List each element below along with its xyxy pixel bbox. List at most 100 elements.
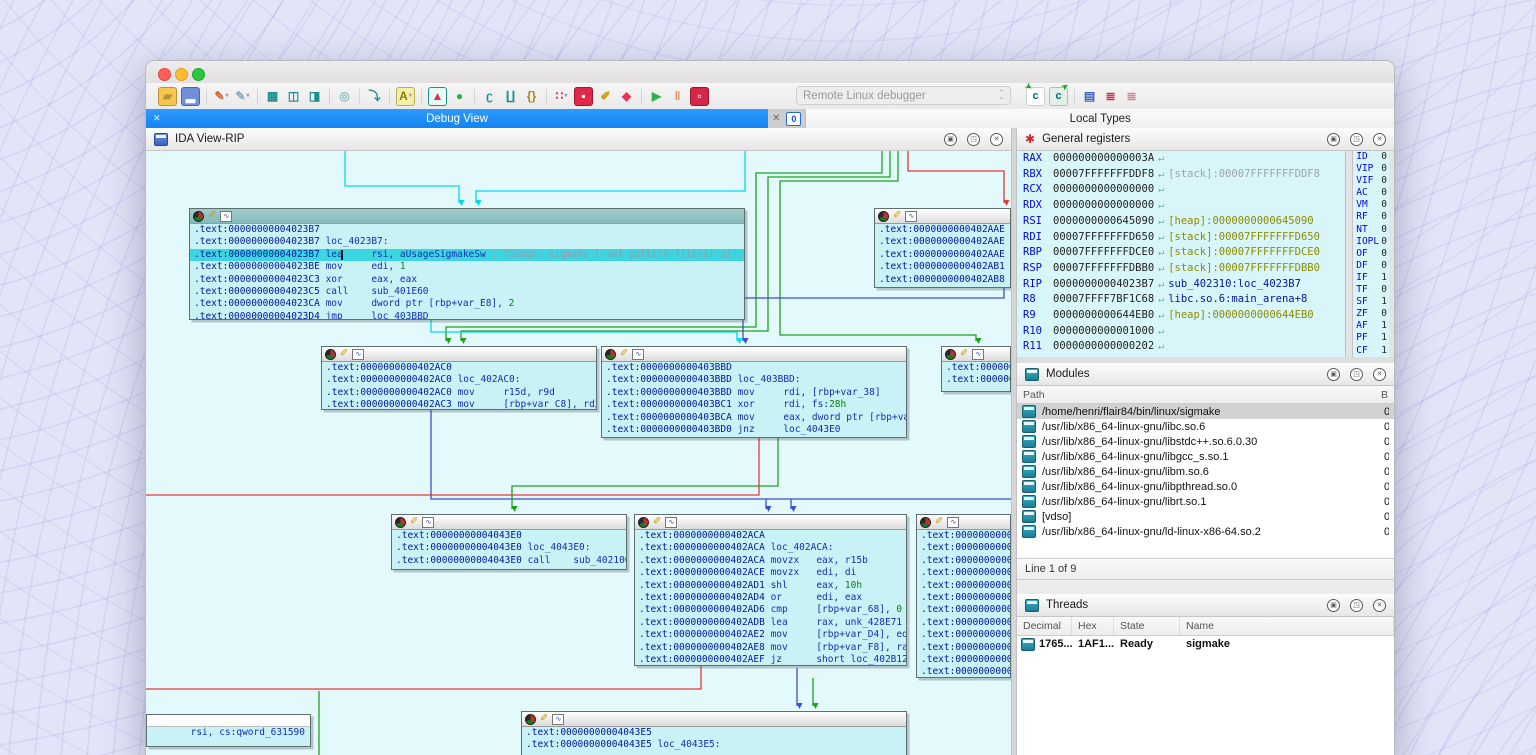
jump-arrow-icon[interactable]: ↵ bbox=[1154, 169, 1168, 180]
detach-button[interactable]: ◳ bbox=[1350, 368, 1363, 381]
flow-icon[interactable]: ∐ bbox=[502, 88, 519, 105]
module-row[interactable]: [vdso]0 bbox=[1017, 509, 1394, 524]
flag-row[interactable]: VIF0 bbox=[1353, 175, 1389, 187]
module-row[interactable]: /usr/lib/x86_64-linux-gnu/libc.so.60 bbox=[1017, 419, 1394, 434]
graph-node-clipped-mid-right[interactable]: ✐∿.text:0000000.text:0000000 bbox=[941, 346, 1011, 392]
enums-icon[interactable]: ◫ bbox=[285, 88, 302, 105]
register-list[interactable]: RAX000000000000003A↵RBX00007FFFFFFFDDF8↵… bbox=[1017, 151, 1346, 357]
chart-icon[interactable]: ∿ bbox=[905, 211, 917, 222]
frame-color-icon[interactable] bbox=[525, 714, 536, 725]
graph-node-loc_4023B7[interactable]: ✐∿.text:00000000004023B7.text:0000000000… bbox=[189, 208, 745, 320]
pause-icon[interactable]: ‖ bbox=[669, 88, 686, 105]
tab-local-types[interactable]: Local Types bbox=[805, 109, 1394, 128]
produce-file-icon[interactable]: ✎ bbox=[234, 88, 251, 105]
maximize-button[interactable]: ▣ bbox=[1327, 599, 1340, 612]
graph-node-loc_403BBD[interactable]: ✐∿.text:0000000000403BBD.text:0000000000… bbox=[601, 346, 907, 438]
close-window-icon[interactable] bbox=[158, 68, 171, 81]
detach-button[interactable]: ◳ bbox=[967, 133, 980, 146]
register-row[interactable]: RBP00007FFFFFFFDCE0↵[stack]:00007FFFFFFF… bbox=[1017, 245, 1345, 261]
flag-row[interactable]: SF1 bbox=[1353, 296, 1389, 308]
call-stack-icon[interactable]: ≣ bbox=[1102, 88, 1119, 105]
register-row[interactable]: R90000000000644EB0↵[heap]:0000000000644E… bbox=[1017, 308, 1345, 324]
flag-row[interactable]: TF0 bbox=[1353, 284, 1389, 296]
breakpoint-icon[interactable]: ▪ bbox=[574, 87, 593, 106]
flag-row[interactable]: VM0 bbox=[1353, 199, 1389, 211]
chart-icon[interactable]: ∿ bbox=[352, 349, 364, 360]
graph-node-loc_4043E0[interactable]: ✐∿.text:00000000004043E0.text:0000000000… bbox=[391, 514, 627, 570]
flag-row[interactable]: ID0 bbox=[1353, 151, 1389, 163]
edit-hand-icon[interactable]: ✐ bbox=[893, 211, 901, 221]
jump-arrow-icon[interactable]: ↵ bbox=[1154, 200, 1168, 211]
graph-node-loc_402ACA[interactable]: ✐∿.text:0000000000402ACA.text:0000000000… bbox=[634, 514, 907, 666]
jump-arrow-icon[interactable]: ↵ bbox=[1154, 294, 1168, 305]
flags-scrollbar[interactable] bbox=[1389, 151, 1394, 357]
run-indicator-icon[interactable]: ● bbox=[451, 88, 468, 105]
jump-arrow-icon[interactable]: ↵ bbox=[1154, 263, 1168, 274]
register-row[interactable]: R100000000000001000↵ bbox=[1017, 324, 1345, 340]
flag-list[interactable]: ID0VIP0VIF0AC0VM0RF0NT0IOPL0OF0DF0IF1TF0… bbox=[1352, 151, 1389, 357]
register-row[interactable]: RCX0000000000000000↵ bbox=[1017, 182, 1345, 198]
close-pane-icon[interactable]: ✕ bbox=[772, 113, 780, 124]
tab-debug-view[interactable]: ✕ Debug View bbox=[146, 109, 768, 128]
zoom-window-icon[interactable] bbox=[192, 68, 205, 81]
maximize-button[interactable]: ▣ bbox=[944, 133, 957, 146]
graph-node-loc_402AC0[interactable]: ✐∿.text:0000000000402AC0.text:0000000000… bbox=[321, 346, 597, 410]
register-row[interactable]: R110000000000000202↵ bbox=[1017, 339, 1345, 355]
frame-color-icon[interactable] bbox=[325, 349, 336, 360]
text-view-icon[interactable]: A bbox=[396, 87, 415, 106]
debugger-selector[interactable]: Remote Linux debugger ⌃⌄ bbox=[796, 86, 1011, 105]
register-row[interactable]: RDI00007FFFFFFFD650↵[stack]:00007FFFFFFF… bbox=[1017, 230, 1345, 246]
frame-color-icon[interactable] bbox=[878, 211, 889, 222]
detach-button[interactable]: ◳ bbox=[1350, 133, 1363, 146]
close-button[interactable]: ✕ bbox=[1373, 133, 1386, 146]
chart-icon[interactable]: ∿ bbox=[220, 211, 232, 222]
module-row[interactable]: /usr/lib/x86_64-linux-gnu/libstdc++.so.6… bbox=[1017, 434, 1394, 449]
flag-row[interactable]: RF0 bbox=[1353, 211, 1389, 223]
jump-arrow-icon[interactable]: ↵ bbox=[1154, 184, 1168, 195]
jump-arrow-icon[interactable]: ↵ bbox=[1154, 341, 1168, 352]
module-row[interactable]: /usr/lib/x86_64-linux-gnu/libpthread.so.… bbox=[1017, 479, 1394, 494]
module-row[interactable]: /usr/lib/x86_64-linux-gnu/libgcc_s.so.10 bbox=[1017, 449, 1394, 464]
graph-node-loc_402AAE[interactable]: ✐∿.text:0000000000402AAE.text:0000000000… bbox=[874, 208, 1011, 288]
jump-icon[interactable]: ⤵ bbox=[366, 88, 383, 105]
flag-row[interactable]: OF0 bbox=[1353, 248, 1389, 260]
graph-node-clipped-bottom-right[interactable]: ✐∿.text:0000000000040.text:0000000000040… bbox=[916, 514, 1011, 678]
frame-color-icon[interactable] bbox=[395, 517, 406, 528]
flag-row[interactable]: NT0 bbox=[1353, 224, 1389, 236]
export-data-icon[interactable]: ✎ bbox=[213, 88, 230, 105]
module-row[interactable]: /usr/lib/x86_64-linux-gnu/ld-linux-x86-6… bbox=[1017, 524, 1394, 539]
edit-hand-icon[interactable]: ✐ bbox=[340, 349, 348, 359]
flag-row[interactable]: VIP0 bbox=[1353, 163, 1389, 175]
structures-icon[interactable]: ▦ bbox=[264, 88, 281, 105]
edit-hand-icon[interactable]: ✐ bbox=[935, 517, 943, 527]
chart-icon[interactable]: ∿ bbox=[632, 349, 644, 360]
calls-icon[interactable]: ʗ bbox=[481, 88, 498, 105]
register-row[interactable]: RBX00007FFFFFFFDDF8↵[stack]:00007FFFFFFF… bbox=[1017, 167, 1345, 183]
jump-arrow-icon[interactable]: ↵ bbox=[1154, 232, 1168, 243]
edit-hand-icon[interactable]: ✐ bbox=[960, 349, 968, 359]
graph-view-icon[interactable]: ▲ bbox=[428, 87, 447, 106]
breakpoint-list-icon[interactable]: ∷ bbox=[553, 88, 570, 105]
debugger-windows-icon[interactable]: ▤ bbox=[1081, 88, 1098, 105]
flag-row[interactable]: AF1 bbox=[1353, 320, 1389, 332]
watch-icon[interactable]: ◆ bbox=[618, 88, 635, 105]
modules-column-header[interactable]: Path B bbox=[1017, 386, 1394, 404]
chart-icon[interactable]: ∿ bbox=[552, 714, 564, 725]
close-button[interactable]: ✕ bbox=[1373, 599, 1386, 612]
call-stack-secondary-icon[interactable]: ≣ bbox=[1123, 88, 1140, 105]
stop-icon[interactable]: ▫ bbox=[690, 87, 709, 106]
frame-color-icon[interactable] bbox=[605, 349, 616, 360]
selector-stepper-icon[interactable]: ⌃⌄ bbox=[999, 91, 1004, 100]
thread-row[interactable]: 1765...1AF1...Readysigmake bbox=[1017, 636, 1394, 652]
maximize-button[interactable]: ▣ bbox=[1327, 368, 1340, 381]
continue-icon[interactable]: ▶ bbox=[648, 88, 665, 105]
jump-arrow-icon[interactable]: ↵ bbox=[1154, 326, 1168, 337]
close-button[interactable]: ✕ bbox=[1373, 368, 1386, 381]
step-into-icon[interactable]: c bbox=[1026, 87, 1045, 106]
window-zero-icon[interactable]: 0 bbox=[786, 112, 801, 126]
close-tab-icon[interactable]: ✕ bbox=[153, 113, 161, 124]
edit-hand-icon[interactable]: ✐ bbox=[208, 211, 216, 221]
chart-icon[interactable]: ∿ bbox=[665, 517, 677, 528]
open-file-icon[interactable]: ▰ bbox=[158, 87, 177, 106]
frame-color-icon[interactable] bbox=[193, 211, 204, 222]
